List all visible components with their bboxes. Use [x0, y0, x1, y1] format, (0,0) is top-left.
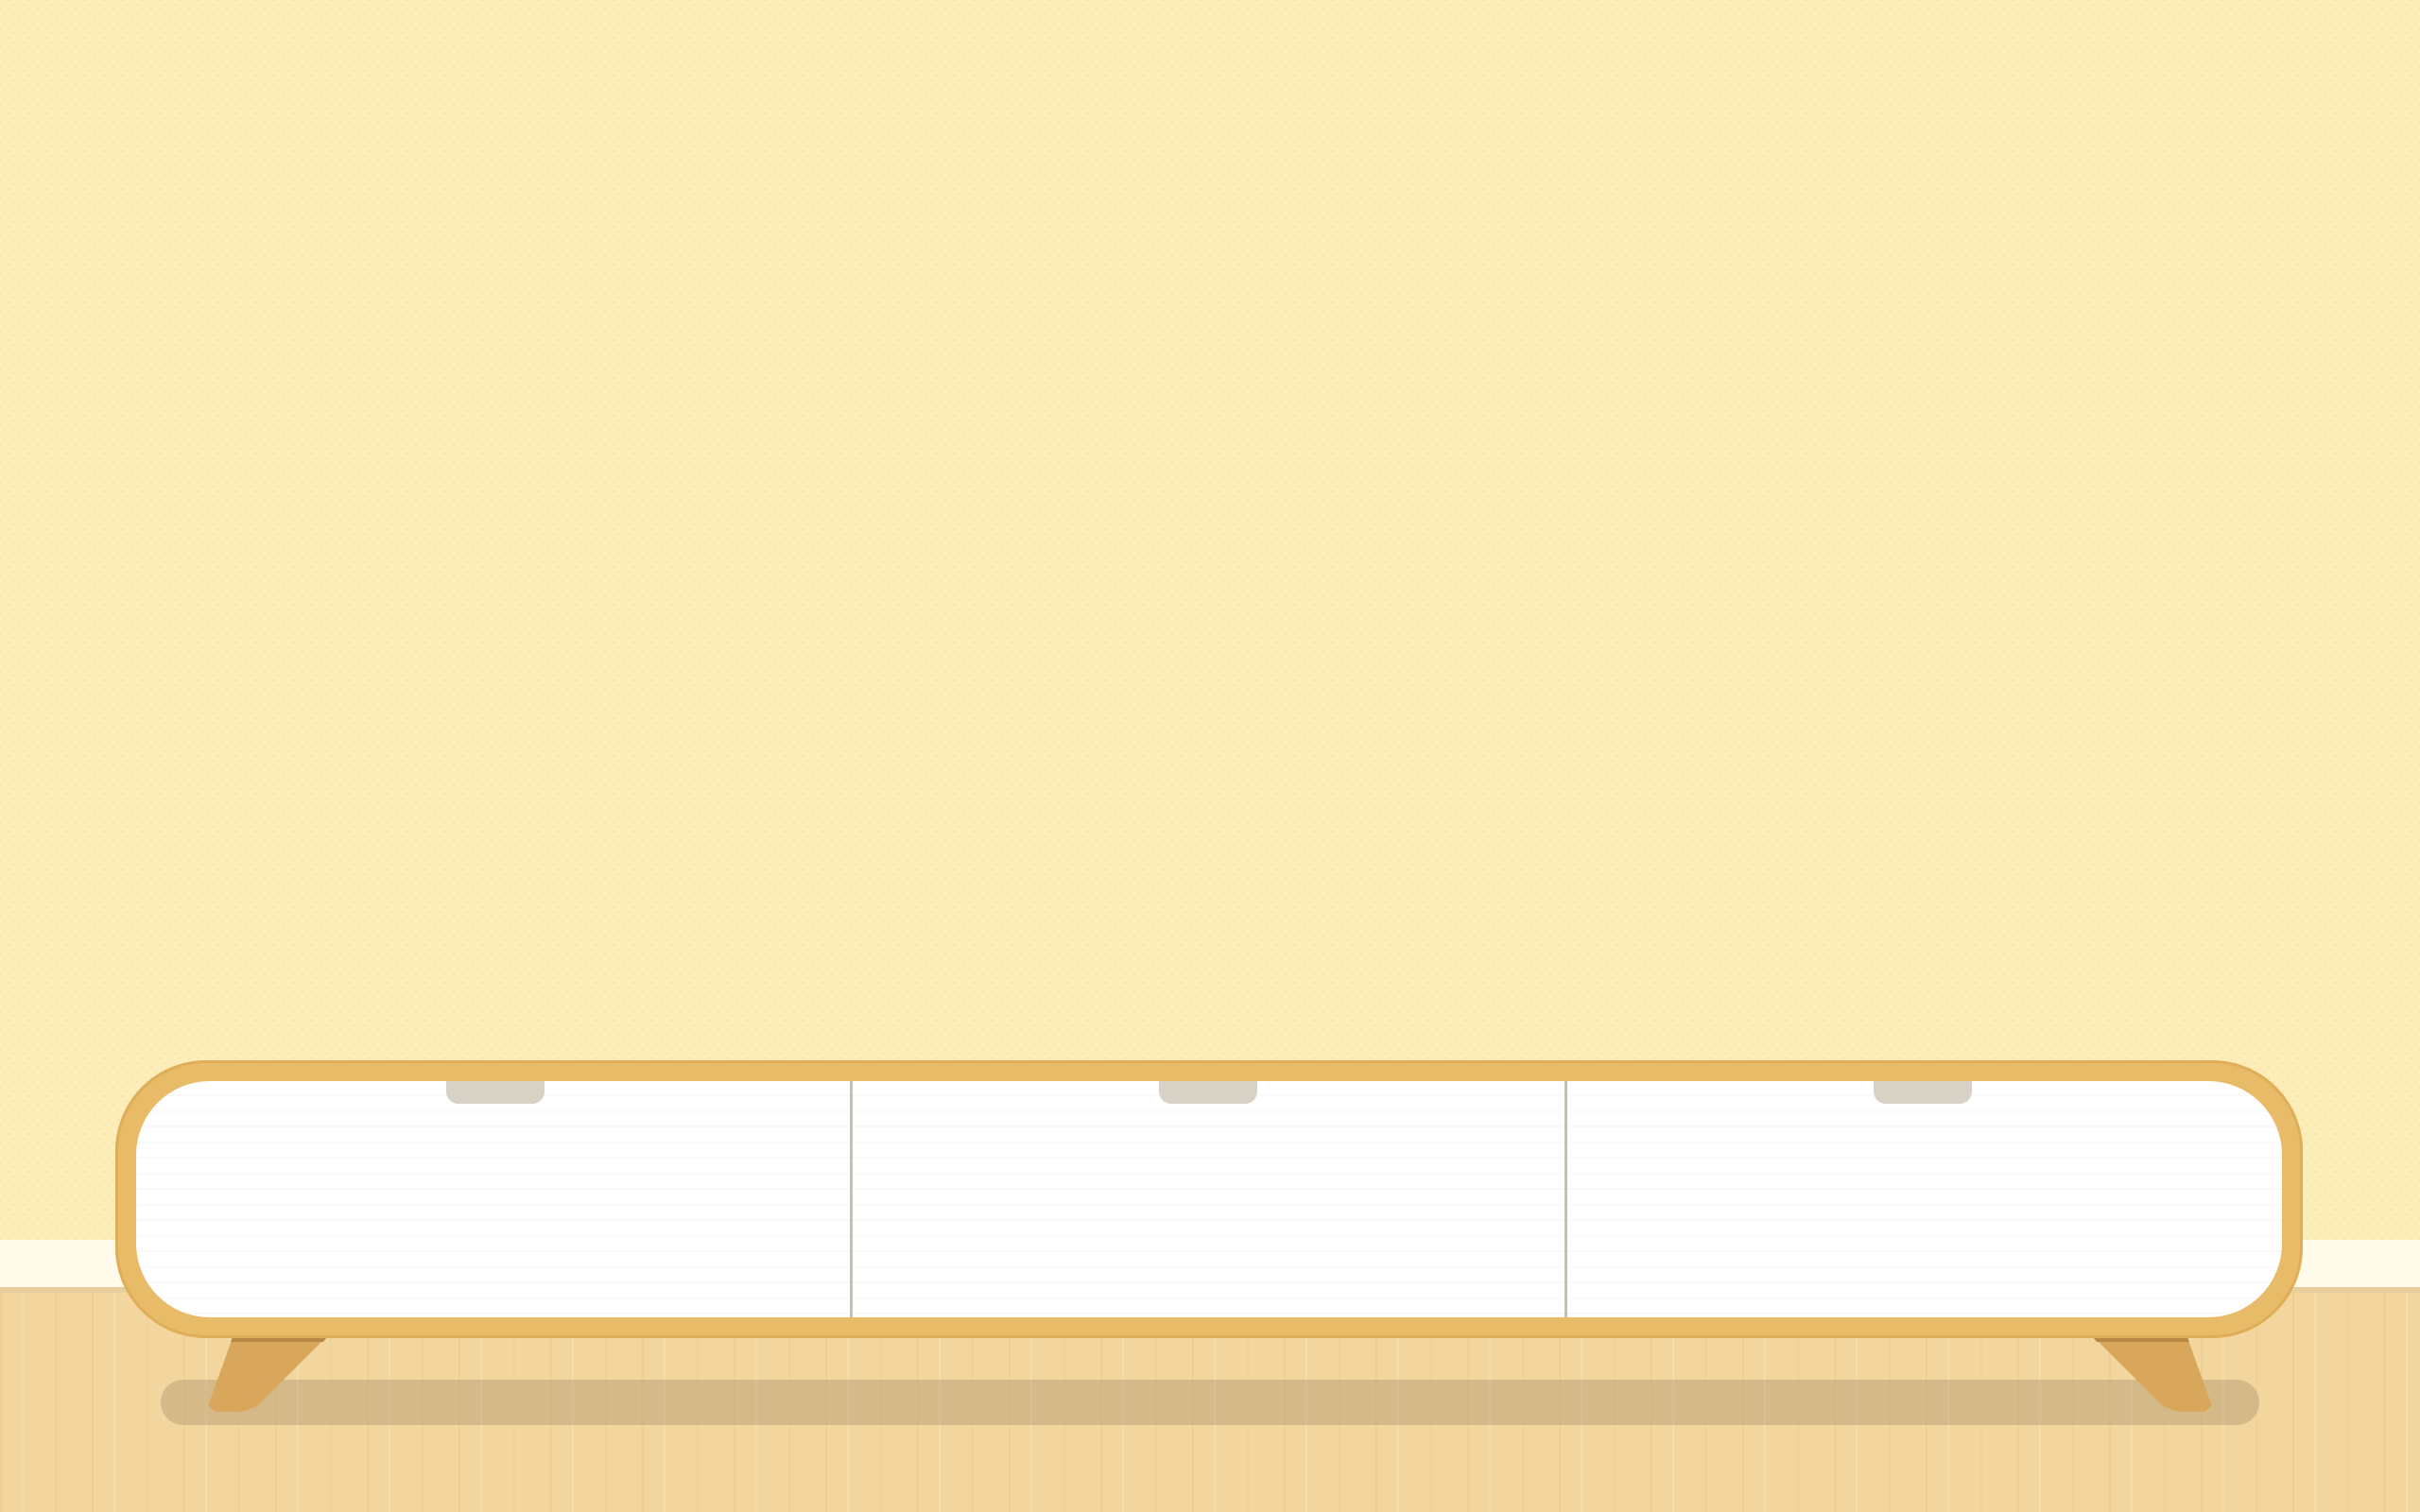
drawer-handle-icon[interactable] — [1874, 1081, 1972, 1104]
drawer-divider — [850, 1081, 853, 1317]
room-scene — [0, 0, 2420, 1512]
cabinet-leg-left — [199, 1332, 340, 1412]
cabinet-leg-right — [2080, 1332, 2221, 1412]
tv-cabinet — [115, 1060, 2303, 1338]
wall — [0, 0, 2420, 1240]
cabinet-shadow — [161, 1380, 2259, 1425]
drawer-right[interactable] — [1565, 1081, 2282, 1317]
drawer-handle-icon[interactable] — [1159, 1081, 1257, 1104]
drawer-handle-icon[interactable] — [446, 1081, 544, 1104]
drawer-middle[interactable] — [851, 1081, 1565, 1317]
cabinet-front — [136, 1081, 2282, 1317]
drawer-left[interactable] — [136, 1081, 851, 1317]
drawer-divider — [1564, 1081, 1567, 1317]
